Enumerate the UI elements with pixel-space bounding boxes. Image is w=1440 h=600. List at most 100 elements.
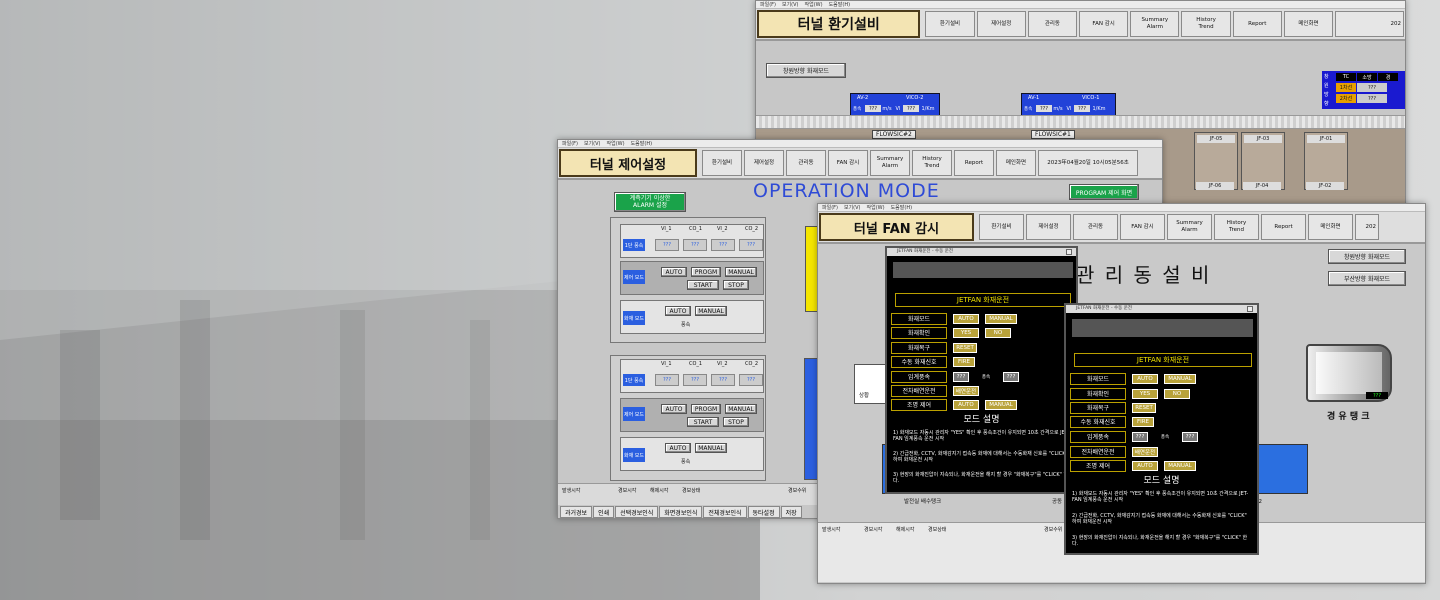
av1-v1: ??? — [1036, 105, 1052, 112]
nav-main[interactable]: 메인화면 — [1308, 214, 1353, 240]
g2-col-vi2: VI_2 — [717, 361, 728, 367]
menu-view[interactable]: 보기(V) — [584, 140, 601, 147]
nav-admin-bldg[interactable]: 관리동 — [1073, 214, 1118, 240]
tab-sync-setting[interactable]: 동타설정 — [747, 506, 780, 518]
d1-no-button[interactable]: NO — [985, 327, 1011, 338]
nav-report[interactable]: Report — [1261, 214, 1306, 240]
d1-reset-button[interactable]: RESET — [953, 342, 977, 353]
menu-bar: 파일(F) 보기(V) 작업(W) 도움말(H) — [756, 1, 1405, 9]
g1-stop-button[interactable]: STOP — [723, 280, 749, 290]
g1-progm-button[interactable]: PROGM — [691, 267, 721, 277]
g2-fire-manual-button[interactable]: MANUAL — [695, 443, 727, 453]
d1-firemode-manual-button[interactable]: MANUAL — [985, 313, 1017, 324]
nav-summary-alarm[interactable]: Summary Alarm — [870, 150, 910, 176]
fan-jf02-label[interactable]: JF-02 — [1306, 182, 1344, 190]
side-table-r1: 1차선 — [1336, 83, 1356, 92]
menu-help[interactable]: 도움말(H) — [631, 140, 652, 147]
nav-ventilation[interactable]: 환기설비 — [979, 214, 1024, 240]
nav-fan-monitor[interactable]: FAN 감시 — [1079, 11, 1129, 37]
dialog-close-icon[interactable] — [1247, 306, 1253, 312]
d1-speed-value-2[interactable]: ??? — [1003, 371, 1019, 382]
g1-manual-button[interactable]: MANUAL — [725, 267, 757, 277]
d2-speed-value-2[interactable]: ??? — [1182, 431, 1198, 442]
nav-summary-alarm[interactable]: Summary Alarm — [1167, 214, 1212, 240]
d1-light-auto-button[interactable]: AUTO — [953, 399, 979, 410]
fan-jf06-label[interactable]: JF-06 — [1196, 182, 1234, 190]
menu-file[interactable]: 파일(F) — [822, 204, 838, 211]
d2-smoke-button[interactable]: 배연운전 — [1132, 446, 1158, 457]
jetfan-dialog-2: JETFAN 화재운전 - 수동 운전 JETFAN 화재운전 화재모드 AUT… — [1064, 303, 1259, 555]
d1-firemode-auto-button[interactable]: AUTO — [953, 313, 979, 324]
menu-view[interactable]: 보기(V) — [844, 204, 861, 211]
nav-control[interactable]: 제어설정 — [976, 11, 1026, 37]
menu-help[interactable]: 도움말(H) — [891, 204, 912, 211]
d1-yes-button[interactable]: YES — [953, 327, 979, 338]
d2-speed-value[interactable]: ??? — [1132, 431, 1148, 442]
tab-ack-all[interactable]: 전체경보인식 — [703, 506, 747, 518]
nav-control[interactable]: 제어설정 — [1026, 214, 1071, 240]
d2-reset-button[interactable]: RESET — [1132, 402, 1156, 413]
g2-progm-button[interactable]: PROGM — [691, 404, 721, 414]
nav-main[interactable]: 메인화면 — [1283, 11, 1334, 37]
busan-fire-mode-button[interactable]: 부산방향 화재모드 — [1328, 271, 1406, 286]
alarm-setting-button[interactable]: 계측기기 이상한 ALARM 설정 — [614, 192, 686, 212]
d2-light-manual-button[interactable]: MANUAL — [1164, 460, 1196, 471]
nav-fan-monitor[interactable]: FAN 감시 — [828, 150, 868, 176]
fan-jf03-label: JF-03 — [1244, 135, 1282, 143]
nav-fan-monitor[interactable]: FAN 감시 — [1120, 214, 1165, 240]
g2-start-button[interactable]: START — [687, 417, 719, 427]
nav-history-trend[interactable]: History Trend — [1214, 214, 1259, 240]
nav-report[interactable]: Report — [954, 150, 994, 176]
menu-task[interactable]: 작업(W) — [607, 140, 625, 147]
d1-smoke-button[interactable]: 배연운전 — [953, 385, 979, 396]
nav-main[interactable]: 메인화면 — [996, 150, 1036, 176]
fan-jf04-label[interactable]: JF-04 — [1243, 182, 1281, 190]
dialog-banner — [893, 262, 1073, 278]
d1-desc-2: 2) 긴급전화, CCTV, 화재감지기 접속등 화재에 대해서는 수동화재 신… — [893, 451, 1068, 463]
menu-task[interactable]: 작업(W) — [805, 1, 823, 8]
nav-history-trend[interactable]: History Trend — [1181, 11, 1231, 37]
nav-history-trend[interactable]: History Trend — [912, 150, 952, 176]
g2-stop-button[interactable]: STOP — [723, 417, 749, 427]
menu-task[interactable]: 작업(W) — [867, 204, 885, 211]
tab-ack-screen[interactable]: 화면경보인식 — [659, 506, 703, 518]
tab-save[interactable]: 저장 — [780, 506, 802, 518]
menu-help[interactable]: 도움말(H) — [829, 1, 850, 8]
d2-light-auto-button[interactable]: AUTO — [1132, 460, 1158, 471]
d2-yes-button[interactable]: YES — [1132, 388, 1158, 399]
d2-firemode-manual-button[interactable]: MANUAL — [1164, 373, 1196, 384]
d2-no-button[interactable]: NO — [1164, 388, 1190, 399]
g1-fire-auto-button[interactable]: AUTO — [665, 306, 691, 316]
menu-file[interactable]: 파일(F) — [760, 1, 776, 8]
dialog-close-icon[interactable] — [1066, 249, 1072, 255]
g1-fire-manual-button[interactable]: MANUAL — [695, 306, 727, 316]
g1-auto-button[interactable]: AUTO — [661, 267, 687, 277]
nav-report[interactable]: Report — [1232, 11, 1282, 37]
d1-speed-value[interactable]: ??? — [953, 371, 969, 382]
menu-view[interactable]: 보기(V) — [782, 1, 799, 8]
d2-fire-button[interactable]: FIRE — [1132, 416, 1154, 427]
nav-ventilation[interactable]: 환기설비 — [702, 150, 742, 176]
fire-mode-button[interactable]: 창원방향 화재모드 — [766, 63, 846, 78]
nav-admin-bldg[interactable]: 관리동 — [786, 150, 826, 176]
nav-summary-alarm[interactable]: Summary Alarm — [1130, 11, 1180, 37]
window-title: 터널 환기설비 — [757, 10, 921, 38]
nav-control[interactable]: 제어설정 — [744, 150, 784, 176]
tab-ack-selected[interactable]: 선택경보인식 — [615, 506, 659, 518]
tab-past-alarm[interactable]: 과거경보 — [560, 506, 593, 518]
d1-fire-button[interactable]: FIRE — [953, 356, 975, 367]
window-title: 터널 FAN 감시 — [819, 213, 974, 241]
g2-auto-button[interactable]: AUTO — [661, 404, 687, 414]
menu-file[interactable]: 파일(F) — [562, 140, 578, 147]
nav-ventilation[interactable]: 환기설비 — [925, 11, 975, 37]
g1-start-button[interactable]: START — [687, 280, 719, 290]
tab-print[interactable]: 인쇄 — [593, 506, 615, 518]
program-control-button[interactable]: PROGRAM 제어 화면 — [1069, 184, 1139, 200]
g2-manual-button[interactable]: MANUAL — [725, 404, 757, 414]
nav-admin-bldg[interactable]: 관리동 — [1027, 11, 1078, 37]
d2-firemode-auto-button[interactable]: AUTO — [1132, 373, 1158, 384]
side-table-r2: 2차선 — [1336, 94, 1356, 103]
g2-fire-auto-button[interactable]: AUTO — [665, 443, 691, 453]
changwon-fire-mode-button[interactable]: 창원방향 화재모드 — [1328, 249, 1406, 264]
d1-light-manual-button[interactable]: MANUAL — [985, 399, 1017, 410]
